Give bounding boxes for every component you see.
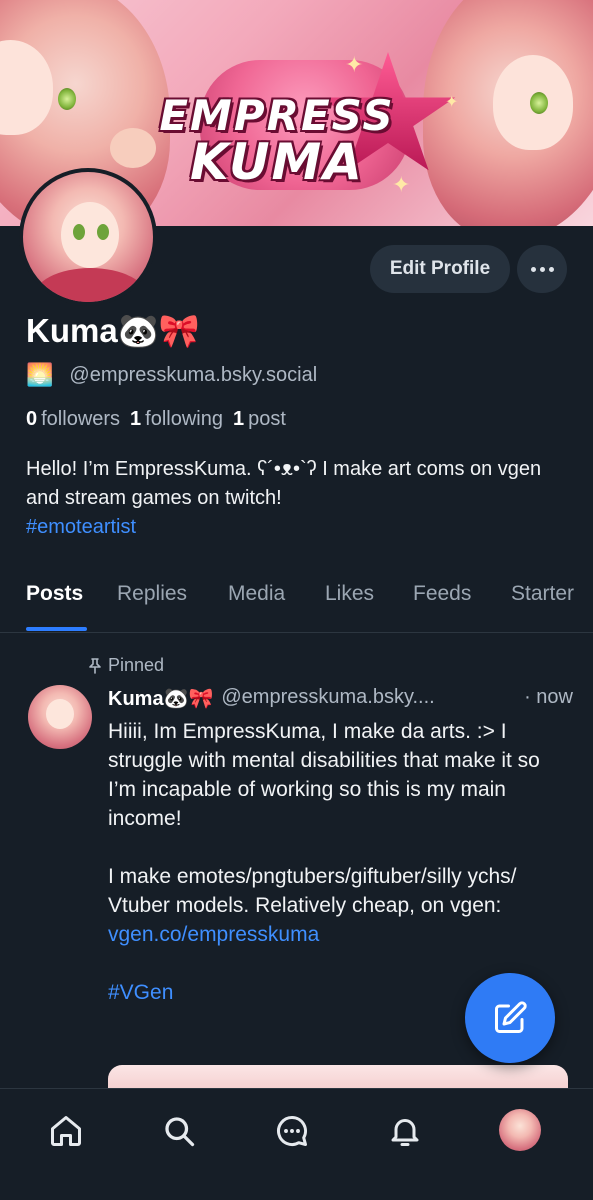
chat-icon [277, 1116, 307, 1146]
sparkle-icon: ✦ [345, 52, 364, 77]
pin-icon [89, 657, 101, 674]
pinned-label: Pinned [88, 655, 164, 676]
profile-stats: 0 followers 1 following 1 post [26, 408, 286, 431]
edit-profile-button[interactable]: Edit Profile [370, 245, 510, 293]
nav-home[interactable] [46, 1111, 86, 1151]
more-dots-icon [530, 266, 536, 272]
compose-button[interactable] [465, 973, 555, 1063]
banner-eye [530, 92, 548, 114]
post-paragraph: I make emotes/pngtubers/giftuber/silly y… [108, 865, 517, 917]
post-author-avatar[interactable] [28, 685, 92, 749]
more-options-button[interactable] [517, 245, 567, 293]
tab-replies[interactable]: Replies [117, 582, 187, 606]
tab-posts[interactable]: Posts [26, 582, 83, 606]
compose-icon [495, 1001, 527, 1033]
post-author-handle[interactable]: @empresskuma.bsky.... [221, 686, 481, 711]
post-body[interactable]: Hiiii, Im EmpressKuma, I make da arts. :… [108, 717, 573, 1007]
tab-starter[interactable]: Starter [511, 582, 574, 606]
post-header: Kuma🐼🎀 @empresskuma.bsky.... · now [108, 686, 573, 711]
home-icon [51, 1116, 81, 1146]
bio-hashtag-link[interactable]: #emoteartist [26, 516, 136, 538]
post-timestamp: · now [524, 686, 573, 708]
profile-bio: Hello! I’m EmpressKuma. ʕ´•ᴥ•`ʔ I make a… [26, 455, 571, 542]
bio-text: Hello! I’m EmpressKuma. ʕ´•ᴥ•`ʔ I make a… [26, 458, 542, 509]
profile-handle: @empresskuma.bsky.social [69, 363, 318, 386]
post-paragraph: Hiiii, Im EmpressKuma, I make da arts. :… [108, 720, 540, 830]
profile-avatar[interactable] [19, 168, 157, 306]
handle-row: 🌅 @empresskuma.bsky.social [26, 362, 317, 388]
following-stat[interactable]: 1 following [130, 408, 223, 431]
post-link[interactable]: vgen.co/empresskuma [108, 920, 573, 949]
bottom-navigation [0, 1088, 593, 1200]
nav-notifications[interactable] [385, 1111, 425, 1151]
search-icon [165, 1117, 195, 1147]
tab-feeds[interactable]: Feeds [413, 582, 471, 606]
post-author-name[interactable]: Kuma🐼🎀 [108, 686, 213, 711]
tab-likes[interactable]: Likes [325, 582, 374, 606]
followers-stat[interactable]: 0 followers [26, 408, 120, 431]
nav-profile-avatar[interactable] [499, 1109, 541, 1151]
banner-eye [58, 88, 76, 110]
banner-logo-line2: KUMA [189, 133, 364, 191]
nav-chat[interactable] [272, 1111, 312, 1151]
sparkle-icon: ✦ [445, 94, 459, 111]
active-tab-indicator [26, 627, 87, 631]
tab-media[interactable]: Media [228, 582, 285, 606]
nav-search[interactable] [159, 1111, 199, 1151]
display-name: Kuma🐼🎀 [26, 312, 200, 349]
sunrise-icon: 🌅 [26, 362, 54, 387]
bell-icon [391, 1119, 419, 1146]
posts-stat: 1 post [233, 408, 286, 430]
banner-logo-text: EMPRESS KUMA [112, 93, 442, 191]
profile-tabs: Posts Replies Media Likes Feeds Starter [0, 582, 593, 633]
